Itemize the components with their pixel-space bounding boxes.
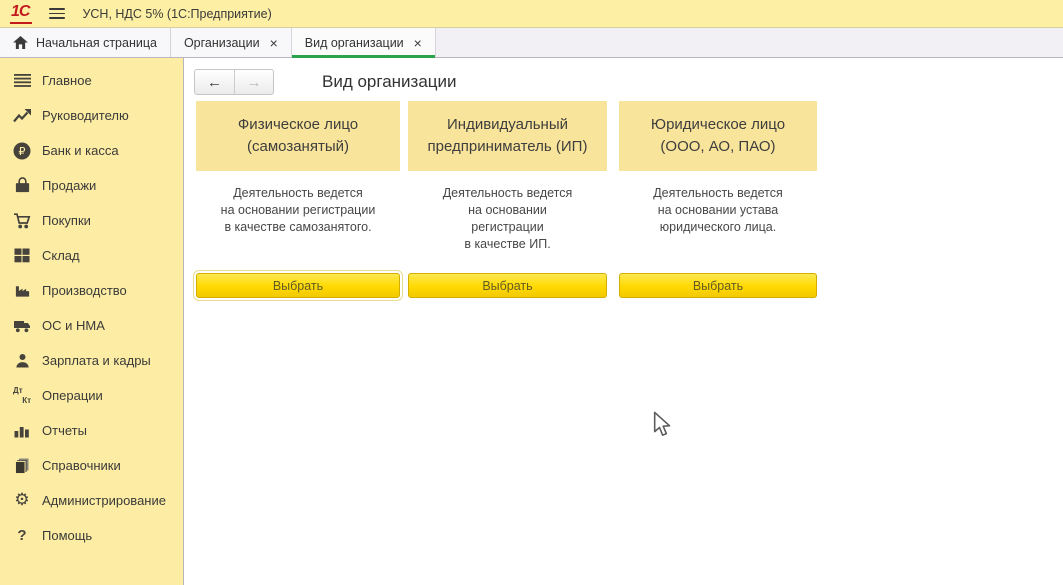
- factory-icon: [12, 281, 32, 301]
- card-entrepreneur: Индивидуальный предприниматель (ИП) Деят…: [408, 101, 607, 298]
- sidebar-item-label: Администрирование: [42, 493, 166, 508]
- sidebar-item-label: Покупки: [42, 213, 91, 228]
- shopping-bag-icon: [12, 176, 32, 196]
- tab-bar: Начальная страница Организации × Вид орг…: [0, 28, 1063, 58]
- sidebar-item-label: Отчеты: [42, 423, 87, 438]
- select-button-self-employed[interactable]: Выбрать: [196, 273, 400, 298]
- forward-button[interactable]: →: [234, 70, 273, 94]
- person-icon: [12, 351, 32, 371]
- sidebar-item-administration[interactable]: ⚙ Администрирование: [0, 483, 183, 518]
- history-nav: ← →: [194, 69, 274, 95]
- card-legal-entity: Юридическое лицо (ООО, АО, ПАО) Деятельн…: [619, 101, 817, 298]
- tab-label: Вид организации: [305, 36, 404, 50]
- sidebar-item-label: Справочники: [42, 458, 121, 473]
- main-content: ← → Вид организации Физическое лицо (сам…: [185, 58, 1063, 585]
- page-title: Вид организации: [322, 72, 457, 92]
- debit-credit-icon: ДтКт: [12, 386, 32, 406]
- sidebar-item-bank-cash[interactable]: ₽ Банк и касса: [0, 133, 183, 168]
- main-menu-icon[interactable]: [49, 8, 65, 19]
- back-button[interactable]: ←: [195, 70, 234, 94]
- card-description: Деятельность ведется на основании устава…: [619, 171, 817, 273]
- sidebar-item-label: Главное: [42, 73, 92, 88]
- sidebar-item-operations[interactable]: ДтКт Операции: [0, 378, 183, 413]
- sidebar-item-sales[interactable]: Продажи: [0, 168, 183, 203]
- sidebar-item-reports[interactable]: Отчеты: [0, 413, 183, 448]
- sidebar-item-label: Операции: [42, 388, 103, 403]
- sidebar-item-purchases[interactable]: Покупки: [0, 203, 183, 238]
- sidebar-item-label: ОС и НМА: [42, 318, 105, 333]
- sidebar-item-payroll-hr[interactable]: Зарплата и кадры: [0, 343, 183, 378]
- tab-label: Начальная страница: [36, 36, 157, 50]
- sidebar-item-label: Склад: [42, 248, 80, 263]
- sidebar-item-label: Помощь: [42, 528, 92, 543]
- window-title: УСН, НДС 5% (1С:Предприятие): [82, 7, 271, 21]
- sidebar-item-label: Производство: [42, 283, 127, 298]
- warehouse-boxes-icon: [12, 246, 32, 266]
- shopping-cart-icon: [12, 211, 32, 231]
- tab-organizations[interactable]: Организации ×: [171, 28, 292, 57]
- close-tab-icon[interactable]: ×: [414, 36, 422, 50]
- sidebar-item-main[interactable]: Главное: [0, 63, 183, 98]
- gear-icon: ⚙: [12, 491, 32, 511]
- card-description: Деятельность ведется на основании регист…: [196, 171, 400, 273]
- card-description: Деятельность ведется на основании регист…: [408, 171, 607, 273]
- select-button-legal-entity[interactable]: Выбрать: [619, 273, 817, 298]
- trend-chart-icon: [12, 106, 32, 126]
- sidebar-nav: Главное Руководителю ₽ Банк и касса Прод…: [0, 58, 184, 585]
- sidebar-item-label: Зарплата и кадры: [42, 353, 151, 368]
- ruble-circle-icon: ₽: [12, 141, 32, 161]
- sidebar-item-directories[interactable]: Справочники: [0, 448, 183, 483]
- sidebar-item-manager[interactable]: Руководителю: [0, 98, 183, 133]
- card-title: Юридическое лицо (ООО, АО, ПАО): [619, 101, 817, 171]
- tab-organization-type[interactable]: Вид организации ×: [292, 28, 436, 57]
- books-icon: [12, 456, 32, 476]
- question-icon: ?: [12, 526, 32, 546]
- sidebar-item-label: Продажи: [42, 178, 96, 193]
- close-tab-icon[interactable]: ×: [270, 36, 278, 50]
- card-title: Физическое лицо (самозанятый): [196, 101, 400, 171]
- home-icon: [13, 36, 28, 49]
- sidebar-item-production[interactable]: Производство: [0, 273, 183, 308]
- window-titlebar: 1С УСН, НДС 5% (1С:Предприятие): [0, 0, 1063, 28]
- card-title: Индивидуальный предприниматель (ИП): [408, 101, 607, 171]
- tab-label: Организации: [184, 36, 260, 50]
- menu-lines-icon: [12, 71, 32, 91]
- 1c-logo: 1С: [10, 3, 32, 24]
- bar-chart-icon: [12, 421, 32, 441]
- sidebar-item-help[interactable]: ? Помощь: [0, 518, 183, 553]
- sidebar-item-label: Руководителю: [42, 108, 129, 123]
- sidebar-item-fixed-assets[interactable]: ОС и НМА: [0, 308, 183, 343]
- truck-icon: [12, 316, 32, 336]
- svg-text:₽: ₽: [19, 145, 26, 158]
- sidebar-item-label: Банк и касса: [42, 143, 119, 158]
- select-button-entrepreneur[interactable]: Выбрать: [408, 273, 607, 298]
- organization-type-cards: Физическое лицо (самозанятый) Деятельнос…: [196, 101, 817, 298]
- tab-home-page[interactable]: Начальная страница: [0, 28, 171, 57]
- card-individual-self-employed: Физическое лицо (самозанятый) Деятельнос…: [196, 101, 400, 298]
- sidebar-item-warehouse[interactable]: Склад: [0, 238, 183, 273]
